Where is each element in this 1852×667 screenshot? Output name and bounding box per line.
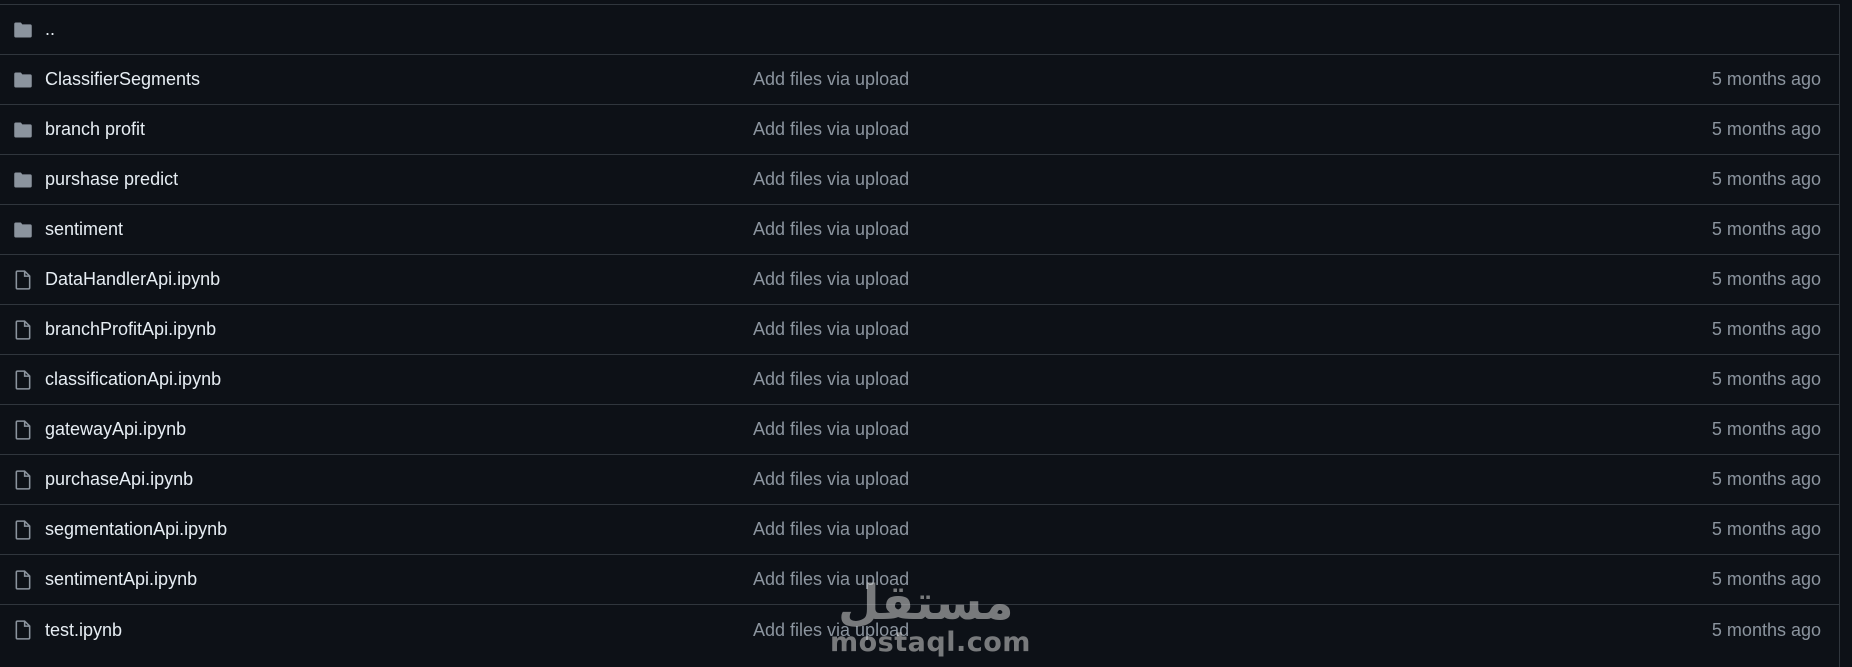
- file-table: .. ClassifierSegments Add files via upload…: [0, 4, 1840, 667]
- file-link[interactable]: purchaseApi.ipynb: [45, 469, 193, 490]
- commit-message-link[interactable]: Add files via upload: [753, 620, 909, 641]
- folder-icon: [12, 19, 34, 41]
- commit-date: 5 months ago: [1711, 519, 1821, 539]
- folder-link[interactable]: branch profit: [45, 119, 145, 140]
- file-row[interactable]: purchaseApi.ipynb Add files via upload 5 m…: [0, 455, 1839, 505]
- file-link[interactable]: test.ipynb: [45, 620, 122, 641]
- file-row[interactable]: classificationApi.ipynb Add files via upl…: [0, 355, 1839, 405]
- folder-icon: [12, 169, 34, 191]
- file-icon: [12, 269, 34, 291]
- folder-icon: [12, 219, 34, 241]
- commit-date: 5 months ago: [1711, 169, 1821, 189]
- commit-date: 5 months ago: [1711, 419, 1821, 439]
- commit-message-link[interactable]: Add files via upload: [753, 469, 909, 490]
- commit-date: 5 months ago: [1711, 469, 1821, 489]
- folder-link[interactable]: ClassifierSegments: [45, 69, 200, 90]
- commit-message-link[interactable]: Add files via upload: [753, 219, 909, 240]
- file-row[interactable]: ..: [0, 5, 1839, 55]
- commit-date: 5 months ago: [1711, 219, 1821, 239]
- folder-link[interactable]: sentiment: [45, 219, 123, 240]
- file-row[interactable]: DataHandlerApi.ipynb Add files via upload…: [0, 255, 1839, 305]
- file-row[interactable]: segmentationApi.ipynb Add files via uploa…: [0, 505, 1839, 555]
- file-link[interactable]: segmentationApi.ipynb: [45, 519, 227, 540]
- file-row[interactable]: purshase predict Add files via upload 5 mo…: [0, 155, 1839, 205]
- commit-message-link[interactable]: Add files via upload: [753, 169, 909, 190]
- file-icon: [12, 519, 34, 541]
- folder-icon: [12, 119, 34, 141]
- file-row[interactable]: sentiment Add files via upload 5 months ag…: [0, 205, 1839, 255]
- file-icon: [12, 369, 34, 391]
- commit-date: 5 months ago: [1711, 319, 1821, 339]
- commit-date: 5 months ago: [1711, 619, 1821, 640]
- file-row[interactable]: test.ipynb Add files via upload 5 months a…: [0, 605, 1839, 655]
- commit-message-link[interactable]: Add files via upload: [753, 369, 909, 390]
- file-row[interactable]: ClassifierSegments Add files via upload 5 …: [0, 55, 1839, 105]
- commit-date: 5 months ago: [1711, 569, 1821, 589]
- file-row[interactable]: branchProfitApi.ipynb Add files via uploa…: [0, 305, 1839, 355]
- commit-message-link[interactable]: Add files via upload: [753, 569, 909, 590]
- commit-message-link[interactable]: Add files via upload: [753, 269, 909, 290]
- commit-date: 5 months ago: [1711, 69, 1821, 89]
- file-link[interactable]: DataHandlerApi.ipynb: [45, 269, 220, 290]
- folder-link[interactable]: ..: [45, 19, 55, 40]
- file-icon: [12, 419, 34, 441]
- folder-link[interactable]: purshase predict: [45, 169, 178, 190]
- file-icon: [12, 319, 34, 341]
- file-link[interactable]: classificationApi.ipynb: [45, 369, 221, 390]
- file-link[interactable]: branchProfitApi.ipynb: [45, 319, 216, 340]
- commit-date: 5 months ago: [1711, 119, 1821, 139]
- file-row[interactable]: sentimentApi.ipynb Add files via upload 5 …: [0, 555, 1839, 605]
- file-row[interactable]: gatewayApi.ipynb Add files via upload 5 mo…: [0, 405, 1839, 455]
- file-link[interactable]: gatewayApi.ipynb: [45, 419, 186, 440]
- commit-date: 5 months ago: [1711, 369, 1821, 389]
- file-link[interactable]: sentimentApi.ipynb: [45, 569, 197, 590]
- commit-message-link[interactable]: Add files via upload: [753, 319, 909, 340]
- folder-icon: [12, 69, 34, 91]
- file-row[interactable]: branch profit Add files via upload 5 month…: [0, 105, 1839, 155]
- commit-date: 5 months ago: [1711, 269, 1821, 289]
- commit-message-link[interactable]: Add files via upload: [753, 519, 909, 540]
- file-icon: [12, 619, 34, 641]
- commit-message-link[interactable]: Add files via upload: [753, 119, 909, 140]
- file-icon: [12, 469, 34, 491]
- file-icon: [12, 569, 34, 591]
- commit-message-link[interactable]: Add files via upload: [753, 69, 909, 90]
- commit-message-link[interactable]: Add files via upload: [753, 419, 909, 440]
